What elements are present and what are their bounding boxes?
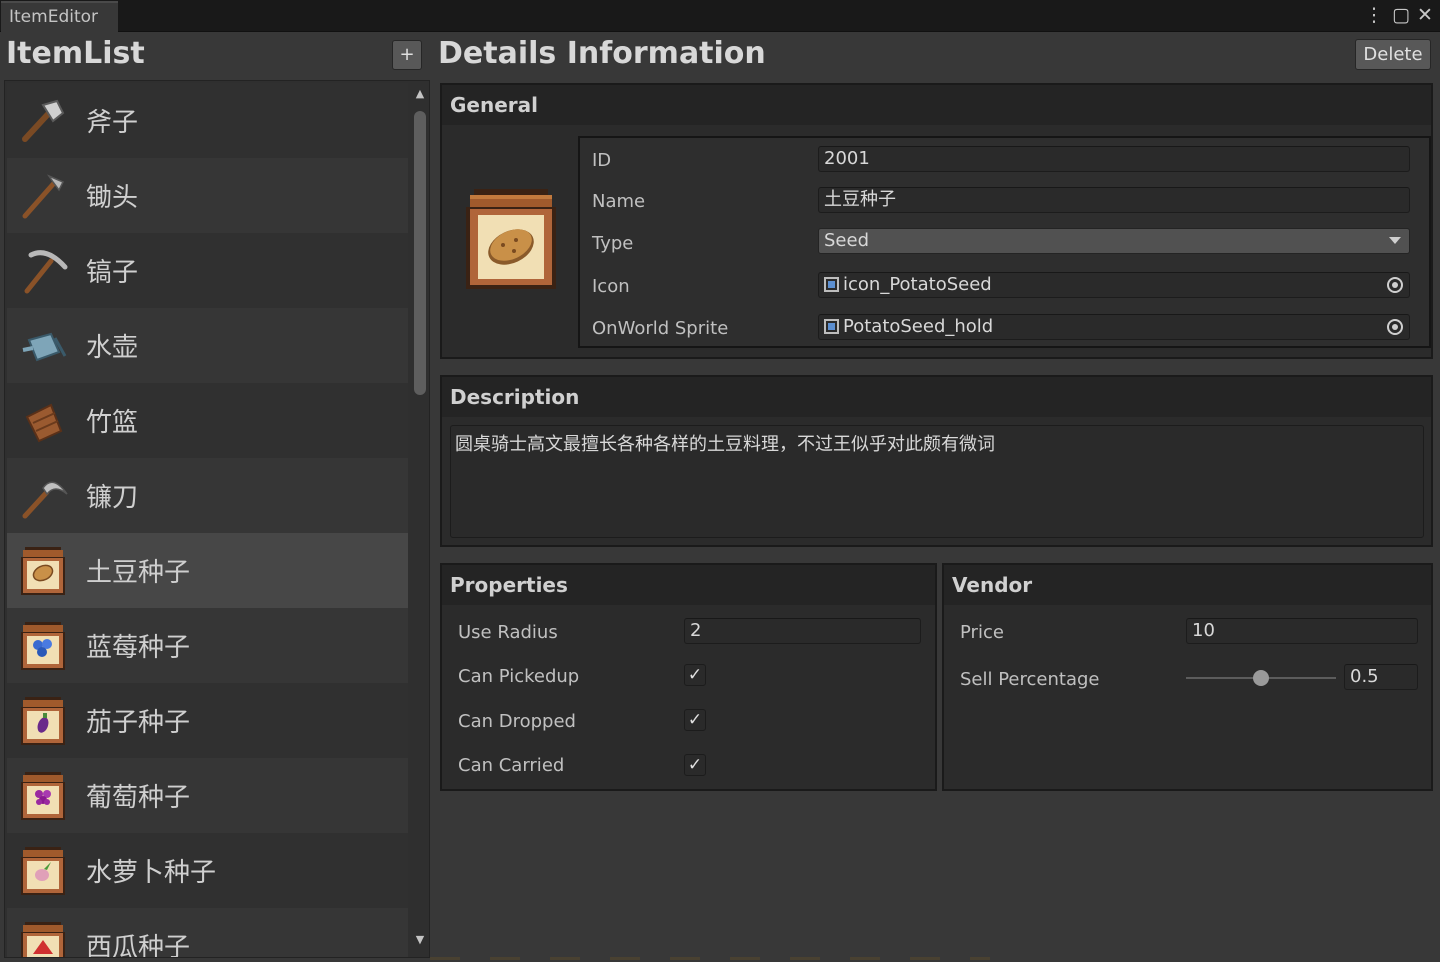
- list-item[interactable]: 西瓜种子: [7, 908, 408, 958]
- list-item[interactable]: 蓝莓种子: [7, 608, 408, 683]
- more-options-icon[interactable]: ⋮: [1363, 4, 1385, 26]
- sprite-value: PotatoSeed_hold: [843, 316, 994, 337]
- can-dropped-label: Can Dropped: [458, 711, 576, 732]
- item-list-pane: ItemList + 斧子锄头镐子水壶竹篮镰刀土豆种子蓝莓种子茄子种子葡萄种子水…: [0, 32, 432, 962]
- watering-can-icon: [17, 320, 69, 372]
- list-item[interactable]: 水壶: [7, 308, 408, 383]
- chevron-down-icon: [1389, 237, 1401, 244]
- sprite-asset-icon: [824, 277, 839, 292]
- radish-seed-icon: [17, 845, 69, 897]
- list-item-label: 西瓜种子: [86, 933, 191, 958]
- list-item[interactable]: 镐子: [7, 233, 408, 308]
- list-item[interactable]: 斧子: [7, 83, 408, 158]
- hoe-icon: [17, 170, 69, 222]
- vendor-header: Vendor: [944, 565, 1431, 605]
- status-bar-hint: [430, 957, 990, 960]
- watermelon-seed-icon: [17, 920, 69, 957]
- pickaxe-icon: [17, 245, 69, 297]
- properties-header: Properties: [442, 565, 935, 605]
- sell-percentage-label: Sell Percentage: [960, 669, 1100, 690]
- grape-seed-icon: [17, 770, 69, 822]
- list-item-label: 斧子: [86, 108, 139, 138]
- list-item[interactable]: 水萝卜种子: [7, 833, 408, 908]
- potato-seed-icon: [466, 189, 556, 289]
- axe-icon: [17, 95, 69, 147]
- general-fields: ID 2001 Name 土豆种子 Type Seed Icon icon_Po…: [578, 136, 1431, 348]
- details-title: Details Information: [438, 36, 766, 71]
- use-radius-label: Use Radius: [458, 622, 558, 643]
- sickle-icon: [17, 470, 69, 522]
- general-header: General: [442, 85, 1431, 125]
- can-carried-checkbox[interactable]: ✓: [684, 754, 706, 776]
- list-item[interactable]: 茄子种子: [7, 683, 408, 758]
- slider-knob[interactable]: [1253, 670, 1269, 686]
- list-item-label: 水壶: [86, 333, 139, 363]
- list-item-label: 镐子: [86, 258, 139, 288]
- window-tab[interactable]: ItemEditor: [1, 1, 118, 32]
- list-item[interactable]: 葡萄种子: [7, 758, 408, 833]
- blueberry-seed-icon: [17, 620, 69, 672]
- icon-label: Icon: [592, 276, 630, 297]
- description-panel: Description 圆桌骑士高文最擅长各种各样的土豆料理，不过王似乎对此颇有…: [440, 375, 1433, 547]
- sprite-label: OnWorld Sprite: [592, 318, 729, 339]
- price-field[interactable]: 10: [1186, 618, 1418, 644]
- list-scrollbar[interactable]: ▲ ▼: [411, 81, 429, 957]
- description-header: Description: [442, 377, 1431, 417]
- can-pickup-checkbox[interactable]: ✓: [684, 664, 706, 686]
- list-item[interactable]: 竹篮: [7, 383, 408, 458]
- name-field[interactable]: 土豆种子: [818, 187, 1410, 213]
- can-carried-label: Can Carried: [458, 755, 565, 776]
- sprite-asset-icon: [824, 319, 839, 334]
- general-panel: General ID 2001 Name 土豆种子 Type Seed Icon…: [440, 83, 1433, 359]
- icon-field[interactable]: icon_PotatoSeed: [818, 272, 1410, 298]
- price-label: Price: [960, 622, 1004, 643]
- can-dropped-checkbox[interactable]: ✓: [684, 709, 706, 731]
- scrollbar-thumb[interactable]: [414, 111, 426, 395]
- list-item-label: 竹篮: [86, 408, 139, 438]
- close-icon[interactable]: ✕: [1414, 4, 1436, 26]
- type-dropdown[interactable]: Seed: [818, 228, 1410, 254]
- basket-icon: [17, 395, 69, 447]
- sell-percentage-field[interactable]: 0.5: [1344, 664, 1418, 690]
- item-list[interactable]: 斧子锄头镐子水壶竹篮镰刀土豆种子蓝莓种子茄子种子葡萄种子水萝卜种子西瓜种子 ▲ …: [4, 80, 430, 958]
- list-item-label: 土豆种子: [86, 558, 191, 588]
- id-label: ID: [592, 150, 612, 171]
- description-field[interactable]: 圆桌骑士高文最擅长各种各样的土豆料理，不过王似乎对此颇有微词: [450, 425, 1424, 538]
- window-titlebar: ItemEditor ⋮ ▢ ✕: [0, 0, 1440, 32]
- list-item[interactable]: 镰刀: [7, 458, 408, 533]
- scroll-up-icon[interactable]: ▲: [414, 87, 426, 100]
- delete-button[interactable]: Delete: [1355, 39, 1431, 70]
- list-item-label: 葡萄种子: [86, 783, 191, 813]
- type-value: Seed: [824, 230, 869, 251]
- vendor-panel: Vendor Price 10 Sell Percentage 0.5: [942, 563, 1433, 791]
- id-field[interactable]: 2001: [818, 146, 1410, 172]
- list-item-label: 水萝卜种子: [86, 858, 217, 888]
- object-picker-icon[interactable]: [1387, 277, 1403, 293]
- can-pickup-label: Can Pickedup: [458, 666, 580, 687]
- add-item-button[interactable]: +: [392, 40, 422, 70]
- item-list-title: ItemList: [6, 36, 145, 71]
- use-radius-field[interactable]: 2: [684, 618, 921, 644]
- name-label: Name: [592, 191, 646, 212]
- icon-value: icon_PotatoSeed: [843, 274, 992, 295]
- object-picker-icon[interactable]: [1387, 319, 1403, 335]
- list-item-label: 锄头: [86, 183, 139, 213]
- eggplant-seed-icon: [17, 695, 69, 747]
- list-item-label: 茄子种子: [86, 708, 191, 738]
- type-label: Type: [592, 233, 634, 254]
- properties-panel: Properties Use Radius 2 Can Pickedup ✓ C…: [440, 563, 937, 791]
- list-item-label: 镰刀: [86, 483, 139, 513]
- list-item[interactable]: 锄头: [7, 158, 408, 233]
- list-item-label: 蓝莓种子: [86, 633, 191, 663]
- potato-seed-icon: [17, 545, 69, 597]
- onworld-sprite-field[interactable]: PotatoSeed_hold: [818, 314, 1410, 340]
- maximize-icon[interactable]: ▢: [1390, 4, 1412, 26]
- scroll-down-icon[interactable]: ▼: [414, 933, 426, 946]
- list-item[interactable]: 土豆种子: [7, 533, 408, 608]
